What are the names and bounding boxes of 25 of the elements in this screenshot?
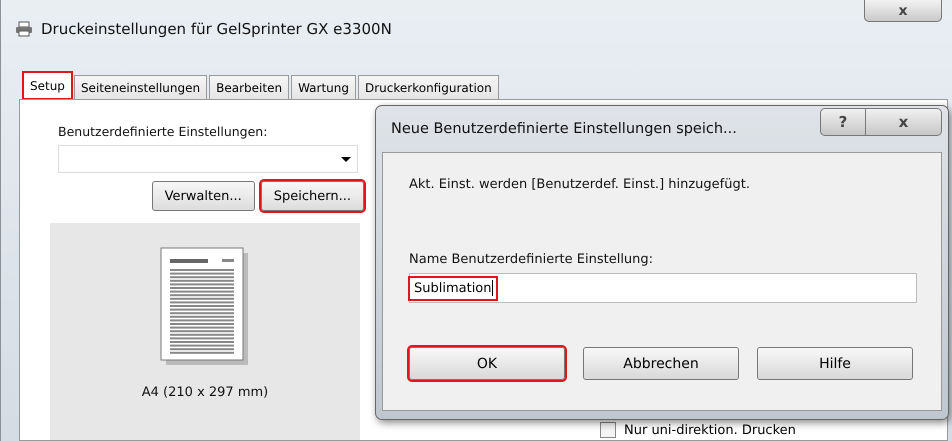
dialog-button[interactable]: Abbrechen xyxy=(583,347,739,380)
tab[interactable]: Wartung xyxy=(291,75,356,99)
tab[interactable]: Bearbeiten xyxy=(209,75,290,99)
settings-label: Benutzerdefinierte Einstellungen: xyxy=(58,124,268,139)
page-icon xyxy=(160,247,250,367)
paper-size-label: A4 (210 x 297 mm) xyxy=(142,385,268,400)
checkbox[interactable] xyxy=(600,422,616,438)
printer-icon xyxy=(15,21,33,37)
tab[interactable]: Seiteneinstellungen xyxy=(74,75,208,99)
tab[interactable]: Druckerkonfiguration xyxy=(358,75,499,99)
tab[interactable]: Setup xyxy=(23,72,72,99)
help-button[interactable]: ? xyxy=(820,108,866,136)
close-button[interactable]: x xyxy=(864,0,942,22)
window-title: Druckeinstellungen für GelSprinter GX e3300N xyxy=(41,20,392,38)
name-label: Name Benutzerdefinierte Einstellung: xyxy=(409,252,654,267)
name-field[interactable]: Sublimation xyxy=(409,273,917,303)
dialog-button[interactable]: Verwalten... xyxy=(152,181,255,211)
dialog-title: Neue Benutzerdefinierte Einstellungen speich... xyxy=(391,121,737,137)
dialog-button[interactable]: Hilfe xyxy=(757,347,913,380)
dialog-button[interactable]: Speichern... xyxy=(260,181,364,211)
option-label: Nur uni-direktion. Drucken xyxy=(624,422,796,438)
dialog-button[interactable]: OK xyxy=(409,347,565,380)
caret-icon xyxy=(341,157,351,162)
dialog-message: Akt. Einst. werden [Benutzerdef. Einst.] hinzugefügt. xyxy=(409,177,751,192)
close-button[interactable]: x xyxy=(866,108,942,136)
